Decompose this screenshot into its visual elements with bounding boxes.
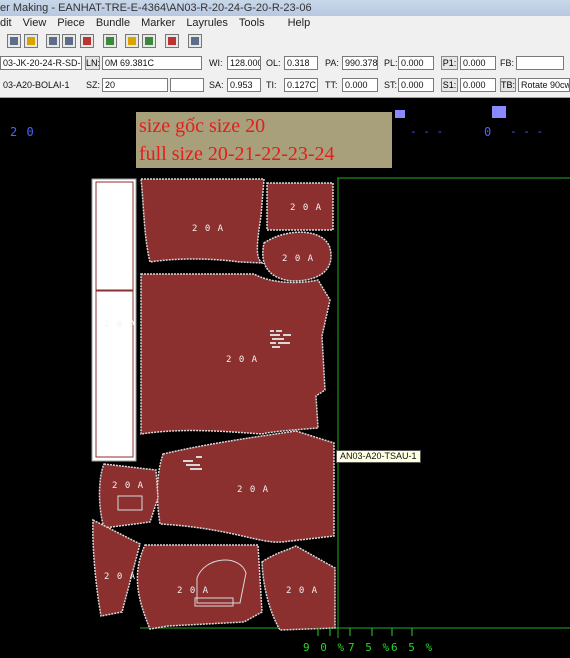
piece-label-bottom-center: 2 0 A — [177, 586, 210, 596]
s1-field[interactable]: 0.000 — [460, 78, 496, 92]
marker-layout — [91, 177, 570, 638]
pa-field[interactable]: 990.378 — [342, 56, 378, 70]
menu-bundle[interactable]: Bundle — [96, 16, 130, 30]
st-field[interactable]: 0.000 — [398, 78, 434, 92]
piece-tooltip: AN03-A20-TSAU-1 — [336, 450, 421, 463]
wi-field[interactable]: 128.000 — [227, 56, 261, 70]
sa-field[interactable]: 0.953 — [227, 78, 261, 92]
rotate-icon[interactable] — [188, 34, 202, 48]
piece-bottom-left[interactable] — [92, 518, 141, 617]
bottom-ruler — [317, 628, 413, 636]
folder-icon[interactable] — [125, 34, 139, 48]
pl-field[interactable]: 0.000 — [398, 56, 434, 70]
s1-button[interactable]: S1: — [441, 78, 458, 92]
tb-button[interactable]: TB: — [500, 78, 516, 92]
tt-field[interactable]: 0.000 — [342, 78, 378, 92]
piece-back-panel[interactable] — [140, 178, 265, 264]
menu-bar: dit View Piece Bundle Marker Layrules Tools Hel… — [0, 16, 570, 30]
add-icon[interactable] — [142, 34, 156, 48]
ti-label: TI: — [266, 80, 277, 90]
p1-button[interactable]: P1: — [441, 56, 458, 70]
sa-label: SA: — [209, 80, 224, 90]
wi-label: WI: — [209, 58, 223, 68]
toolbar — [0, 30, 570, 54]
piece-label-left-small: 2 0 A — [112, 481, 145, 491]
piece-label-back: 2 0 A — [192, 224, 225, 234]
bundle-name-field: 03-A20-BOLAI-1 — [0, 78, 82, 92]
window-title: er Making - EANHAT-TRE-E-4364\AN03-R-20-… — [0, 0, 570, 16]
marker-canvas[interactable]: 2 0 - - - - - - 0 - - - size gốc size 20… — [0, 98, 570, 658]
menu-marker[interactable]: Marker — [141, 16, 175, 30]
sz-field[interactable]: 20 — [102, 78, 168, 92]
tt-label: TT: — [325, 80, 338, 90]
layout-icon[interactable] — [103, 34, 117, 48]
menu-tools[interactable]: Tools — [239, 16, 265, 30]
piece-label-bottom-left: 2 0 A — [104, 572, 137, 582]
piece-label-strip: 2 0 A — [104, 320, 137, 330]
ol-label: OL: — [266, 58, 281, 68]
fb-field[interactable] — [516, 56, 564, 70]
pl-label: PL: — [384, 58, 398, 68]
grid-icon[interactable] — [80, 34, 94, 48]
menu-edit[interactable]: dit — [0, 16, 12, 30]
pa-label: PA: — [325, 58, 339, 68]
ln-field[interactable]: 0M 69.381C — [102, 56, 202, 70]
st-label: ST: — [384, 80, 398, 90]
efficiency-65: 6 5 % — [391, 641, 435, 654]
menu-piece[interactable]: Piece — [57, 16, 85, 30]
marker-info-panel: 03-JK-20-24-R-SD-23-06 LN: 0M 69.381C WI… — [0, 53, 570, 98]
ol-field[interactable]: 0.318 — [284, 56, 318, 70]
piece-label-bottom-right: 2 0 A — [286, 586, 319, 596]
efficiency-90: 9 0 % — [303, 641, 347, 654]
menu-help[interactable]: Help — [288, 16, 311, 30]
sz-label: SZ: — [86, 80, 101, 90]
save-icon[interactable] — [7, 34, 21, 48]
piece-label-small-rect: 2 0 A — [290, 203, 323, 213]
tb-field[interactable]: Rotate 90cw — [518, 78, 570, 92]
marker-name-field[interactable]: 03-JK-20-24-R-SD-23-06 — [0, 56, 82, 70]
piece-main-body[interactable] — [140, 273, 331, 435]
open-icon[interactable] — [24, 34, 38, 48]
efficiency-75: 7 5 % — [348, 641, 392, 654]
menu-view[interactable]: View — [23, 16, 47, 30]
ti-field[interactable]: 0.127C — [284, 78, 318, 92]
piece-label-body: 2 0 A — [226, 355, 259, 365]
menu-layrules[interactable]: Layrules — [186, 16, 228, 30]
piece-label-sleeve: 2 0 A — [237, 485, 270, 495]
rectangle-icon[interactable] — [62, 34, 76, 48]
ln-button[interactable]: LN: — [85, 56, 100, 70]
sz-extra-field[interactable] — [170, 78, 204, 92]
zoom-icon[interactable] — [46, 34, 60, 48]
bundle-icon[interactable] — [165, 34, 179, 48]
fb-label: FB: — [500, 58, 515, 68]
p1-field[interactable]: 0.000 — [460, 56, 496, 70]
piece-label-oval: 2 0 A — [282, 254, 315, 264]
